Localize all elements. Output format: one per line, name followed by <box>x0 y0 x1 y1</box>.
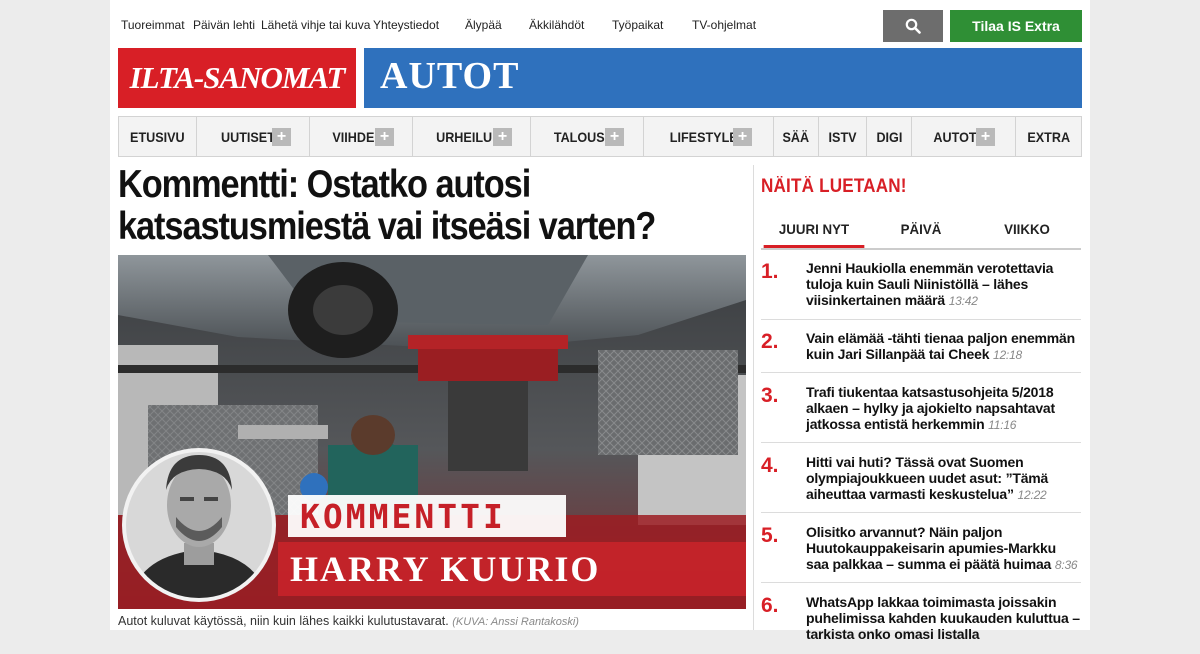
list-item[interactable]: 3. Trafi tiukentaa katsastusohjeita 5/20… <box>761 384 1081 443</box>
nav-item-digi[interactable]: DIGI <box>867 117 912 156</box>
expand-urheilu-button[interactable]: + <box>493 128 512 146</box>
list-item[interactable]: 1. Jenni Haukiolla enemmän verotettavia … <box>761 260 1081 320</box>
nav-label: AUTOT <box>933 128 977 145</box>
comment-banner-text: KOMMENTTI <box>300 496 506 536</box>
item-link[interactable]: Jenni Haukiolla enemmän verotettavia tul… <box>806 260 1081 309</box>
author-banner: HARRY KUURIO <box>278 542 746 596</box>
page: Tuoreimmat Päivän lehti Lähetä vihje tai… <box>110 0 1090 642</box>
nav-label: TALOUS <box>553 128 605 145</box>
headline-line-1: Kommentti: Ostatko autosi <box>118 163 531 206</box>
nav-item-uutiset[interactable]: UUTISET + <box>197 117 310 156</box>
top-link-contact[interactable]: Yhteystiedot <box>373 18 439 32</box>
item-number: 2. <box>761 330 779 353</box>
item-title: Vain elämää -tähti tienaa paljon enemmän… <box>806 330 1075 362</box>
top-link-tv[interactable]: TV-ohjelmat <box>692 18 756 32</box>
nav-label: DIGI <box>876 128 902 145</box>
expand-autot-button[interactable]: + <box>976 128 995 146</box>
most-read-title: NÄITÄ LUETAAN! <box>761 176 907 197</box>
caption-text: Autot kuluvat käytössä, niin kuin lähes … <box>118 614 449 628</box>
article-headline: Kommentti: Ostatko autosi katsastusmiest… <box>118 164 672 248</box>
nav-label: EXTRA <box>1027 128 1070 145</box>
nav-label: URHEILU <box>436 128 493 145</box>
nav-label: ISTV <box>828 128 857 145</box>
nav-item-lifestyle[interactable]: LIFESTYLE + <box>644 117 774 156</box>
item-time: 12:18 <box>992 348 1023 362</box>
item-number: 5. <box>761 524 779 547</box>
item-link[interactable]: Hitti vai huti? Tässä ovat Suomen olympi… <box>806 454 1081 503</box>
item-time: 13:42 <box>948 294 978 308</box>
list-item[interactable]: 4. Hitti vai huti? Tässä ovat Suomen oly… <box>761 454 1081 513</box>
nav-item-etusivu[interactable]: ETUSIVU <box>119 117 197 156</box>
item-link[interactable]: Vain elämää -tähti tienaa paljon enemmän… <box>806 330 1081 363</box>
expand-uutiset-button[interactable]: + <box>272 128 291 146</box>
item-number: 3. <box>761 384 779 407</box>
top-link-last-minute[interactable]: Äkkilähdöt <box>529 18 584 32</box>
main-nav: ETUSIVU UUTISET + VIIHDE + URHEILU + TAL… <box>118 116 1082 157</box>
search-icon <box>905 18 921 34</box>
nav-label: ETUSIVU <box>130 128 185 145</box>
nav-item-istv[interactable]: ISTV <box>819 117 867 156</box>
item-title: WhatsApp lakkaa toimimasta joissakin puh… <box>806 594 1080 642</box>
list-item[interactable]: 6. WhatsApp lakkaa toimimasta joissakin … <box>761 594 1081 654</box>
item-link[interactable]: Olisitko arvannut? Näin paljon Huutokaup… <box>806 524 1081 573</box>
nav-label: SÄÄ <box>782 128 810 145</box>
top-link-jobs[interactable]: Työpaikat <box>612 18 663 32</box>
top-link-todays-paper[interactable]: Päivän lehti <box>193 18 255 32</box>
item-number: 6. <box>761 594 779 617</box>
nav-label: VIIHDE <box>332 128 375 145</box>
image-caption: Autot kuluvat käytössä, niin kuin lähes … <box>118 614 579 628</box>
search-button[interactable] <box>883 10 943 42</box>
top-link-alypaa[interactable]: Älypää <box>465 18 502 32</box>
comment-banner: KOMMENTTI <box>288 495 566 537</box>
expand-lifestyle-button[interactable]: + <box>733 128 752 146</box>
item-title: Hitti vai huti? Tässä ovat Suomen olympi… <box>806 454 1049 502</box>
sidebar-divider <box>753 165 754 630</box>
site-logo[interactable]: ILTA-SANOMAT <box>118 48 356 108</box>
tab-juuri-nyt[interactable]: JUURI NYT <box>763 212 865 248</box>
photo-credit: (KUVA: Anssi Rantakoski) <box>452 616 579 628</box>
subscribe-button[interactable]: Tilaa IS Extra <box>950 10 1082 42</box>
nav-label: LIFESTYLE <box>669 128 738 145</box>
nav-item-extra[interactable]: EXTRA <box>1016 117 1081 156</box>
top-link-send-tip[interactable]: Lähetä vihje tai kuva <box>261 18 370 32</box>
tab-paiva[interactable]: PÄIVÄ <box>871 212 972 246</box>
headline-line-2: katsastusmiestä vai itseäsi varten? <box>118 205 656 248</box>
item-number: 4. <box>761 454 779 477</box>
author-name: HARRY KUURIO <box>290 549 601 589</box>
section-banner: AUTOT <box>364 48 1082 108</box>
nav-item-autot[interactable]: AUTOT + <box>912 117 1016 156</box>
nav-item-urheilu[interactable]: URHEILU + <box>413 117 531 156</box>
expand-talous-button[interactable]: + <box>605 128 624 146</box>
nav-item-saa[interactable]: SÄÄ <box>774 117 819 156</box>
list-item[interactable]: 5. Olisitko arvannut? Näin paljon Huutok… <box>761 524 1081 583</box>
nav-label: UUTISET <box>220 128 275 145</box>
article-image[interactable]: KOMMENTTI HARRY KUURIO <box>118 255 746 609</box>
item-time: 12:22 <box>1017 488 1047 502</box>
section-title[interactable]: AUTOT <box>380 54 519 98</box>
top-link-latest[interactable]: Tuoreimmat <box>121 18 185 32</box>
item-time: 11:16 <box>988 418 1017 432</box>
tab-viikko[interactable]: VIIKKO <box>977 212 1078 246</box>
item-title: Olisitko arvannut? Näin paljon Huutokaup… <box>806 524 1056 572</box>
item-number: 1. <box>761 260 779 283</box>
nav-item-viihde[interactable]: VIIHDE + <box>310 117 413 156</box>
most-read-tabs: JUURI NYT PÄIVÄ VIIKKO <box>761 212 1081 250</box>
nav-item-talous[interactable]: TALOUS + <box>531 117 644 156</box>
logo-text: ILTA-SANOMAT <box>129 60 346 95</box>
item-title: Jenni Haukiolla enemmän verotettavia tul… <box>806 260 1054 308</box>
expand-viihde-button[interactable]: + <box>375 128 394 146</box>
item-link[interactable]: Trafi tiukentaa katsastusohjeita 5/2018 … <box>806 384 1081 433</box>
list-item[interactable]: 2. Vain elämää -tähti tienaa paljon enem… <box>761 330 1081 373</box>
item-link[interactable]: WhatsApp lakkaa toimimasta joissakin puh… <box>806 594 1081 643</box>
item-time: 8:36 <box>1054 558 1078 572</box>
item-title: Trafi tiukentaa katsastusohjeita 5/2018 … <box>806 384 1055 432</box>
